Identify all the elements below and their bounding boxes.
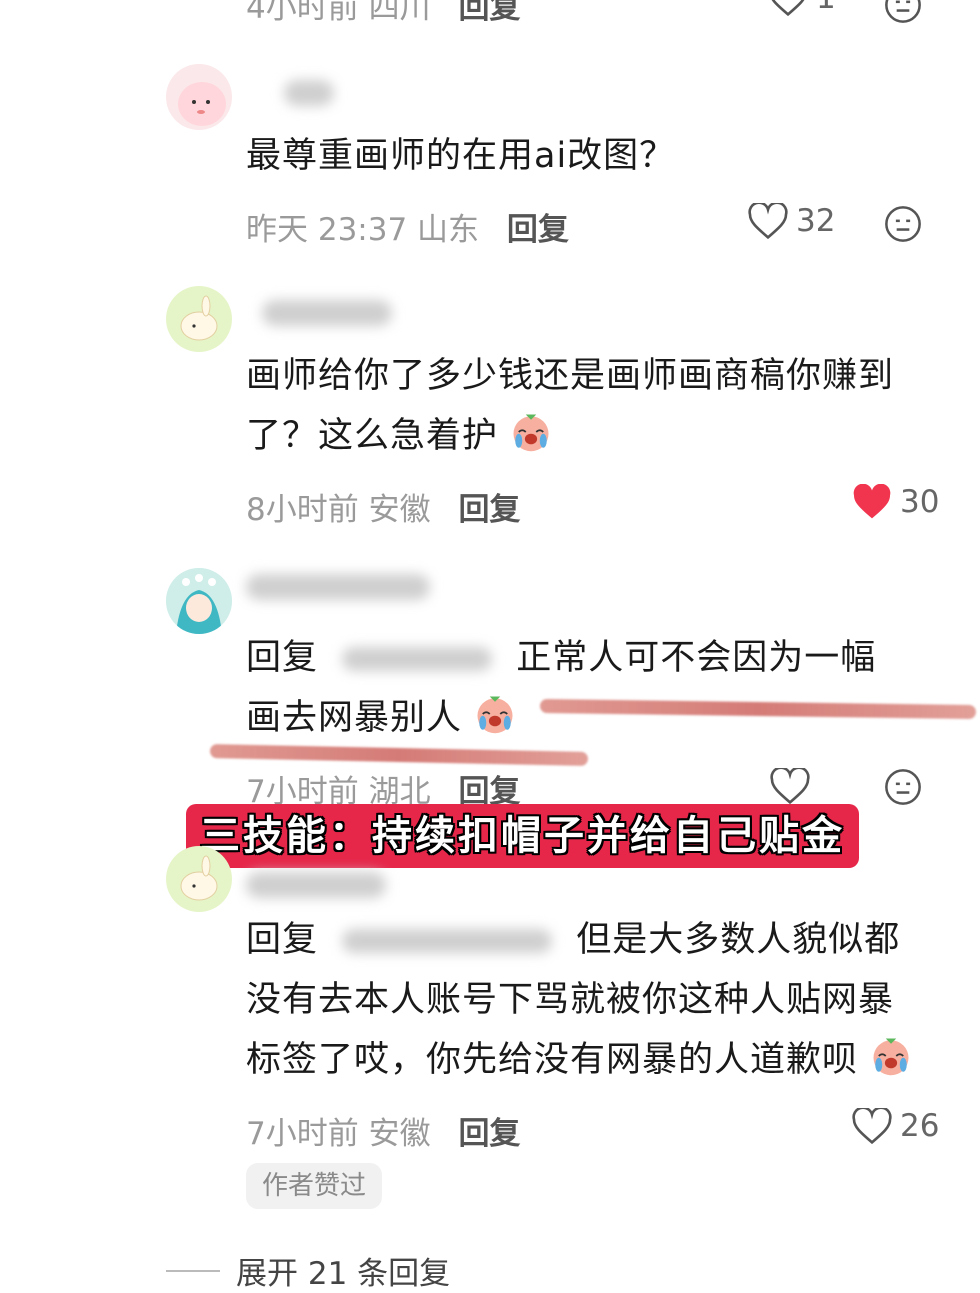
top-partial-time: 4小时前 四川: [246, 0, 431, 26]
author-liked-badge: 作者赞过: [246, 1163, 383, 1209]
top-partial-reply-button[interactable]: 回复: [458, 0, 520, 26]
username-blurred[interactable]: [262, 300, 392, 326]
like-count: 32: [796, 203, 836, 239]
username-blurred[interactable]: [246, 574, 430, 600]
avatar-rabbit-icon: [180, 855, 218, 901]
expand-replies-button[interactable]: 展开 21 条回复: [236, 1248, 450, 1293]
dislike-face-icon[interactable]: [884, 0, 922, 24]
avatar[interactable]: [166, 286, 232, 352]
time-location: 8小时前 安徽: [246, 492, 431, 528]
crying-emoji-icon: [477, 696, 513, 734]
time-location: 昨天 23:37 山东: [246, 212, 480, 248]
like-button[interactable]: [770, 768, 818, 804]
time-location: 7小时前 安徽: [246, 1116, 431, 1152]
top-partial-like[interactable]: 1: [768, 0, 836, 16]
heart-outline-icon: [748, 203, 788, 239]
reply-prefix: 回复: [246, 920, 319, 960]
like-count: 30: [900, 484, 940, 520]
mentioned-user-blurred[interactable]: [342, 929, 553, 953]
comment-meta: 昨天 23:37 山东 回复: [246, 204, 569, 249]
heart-outline-icon: [852, 1108, 892, 1144]
comment-text-line-3: 标签了哎，你先给没有网暴的人道歉呗: [246, 1030, 912, 1090]
avatar[interactable]: [166, 846, 232, 912]
comment-text-line: 但是大多数人貌似都: [576, 920, 901, 960]
username-blurred[interactable]: [246, 872, 386, 898]
comment-text-line: 了？这么急着护: [246, 416, 499, 456]
like-button[interactable]: 26: [852, 1108, 939, 1144]
overlay-caption: 三技能：持续扣帽子并给自己贴金: [186, 804, 859, 868]
comment-meta: 8小时前 安徽 回复: [246, 484, 520, 529]
reply-button[interactable]: 回复: [458, 492, 520, 528]
reply-button[interactable]: 回复: [507, 212, 569, 248]
heart-filled-icon: [853, 484, 891, 519]
avatar-rabbit-icon: [180, 295, 218, 341]
like-button[interactable]: 30: [852, 484, 939, 520]
comment-text-line: 画师给你了多少钱还是画师画商稿你赚到: [246, 356, 895, 396]
heart-outline-icon: [770, 768, 810, 804]
comment-meta: 7小时前 安徽 回复: [246, 1108, 520, 1153]
crying-emoji-icon: [513, 414, 549, 452]
comment-text: 画师给你了多少钱还是画师画商稿你赚到 了？这么急着护: [246, 346, 894, 466]
username-blurred[interactable]: [284, 80, 334, 106]
crying-emoji-icon: [873, 1038, 909, 1076]
reply-button[interactable]: 回复: [458, 1116, 520, 1152]
like-count: 26: [900, 1108, 940, 1144]
comment-text: 回复 但是大多数人貌似都 没有去本人账号下骂就被你这种人贴网暴 标签了哎，你先给…: [246, 910, 912, 1090]
comment-text-line: 画去网暴别人: [246, 698, 463, 738]
comment-text-line-1: 回复 正常人可不会因为一幅: [246, 628, 876, 688]
comment-text-line: 最尊重画师的在用ai改图？: [246, 136, 676, 176]
mentioned-user-blurred[interactable]: [342, 647, 493, 671]
top-partial-like-count: 1: [816, 0, 836, 16]
dislike-face-icon[interactable]: [884, 768, 922, 806]
comment-text-line: 标签了哎，你先给没有网暴的人道歉呗: [246, 1040, 859, 1080]
like-button[interactable]: 32: [748, 203, 835, 239]
comment-text: 回复 正常人可不会因为一幅 画去网暴别人: [246, 628, 876, 748]
comment-text-line: 没有去本人账号下骂就被你这种人贴网暴: [246, 980, 895, 1020]
dislike-face-icon[interactable]: [884, 205, 922, 243]
comment-text-line-1: 回复 但是大多数人貌似都: [246, 910, 912, 970]
top-partial-meta: 4小时前 四川 回复: [246, 0, 520, 27]
comment-text: 最尊重画师的在用ai改图？: [246, 126, 675, 186]
comment-text-line-2: 了？这么急着护: [246, 406, 894, 466]
expand-divider: [166, 1270, 220, 1272]
comment-text-line-2: 画去网暴别人: [246, 688, 876, 748]
avatar[interactable]: [166, 568, 232, 634]
avatar-anime-girl-icon: [166, 568, 232, 634]
avatar-pink-character-icon: [178, 82, 226, 126]
reply-prefix: 回复: [246, 638, 319, 678]
avatar[interactable]: [166, 64, 232, 130]
comment-text-line: 正常人可不会因为一幅: [516, 638, 877, 678]
heart-outline-icon: [771, 0, 805, 16]
